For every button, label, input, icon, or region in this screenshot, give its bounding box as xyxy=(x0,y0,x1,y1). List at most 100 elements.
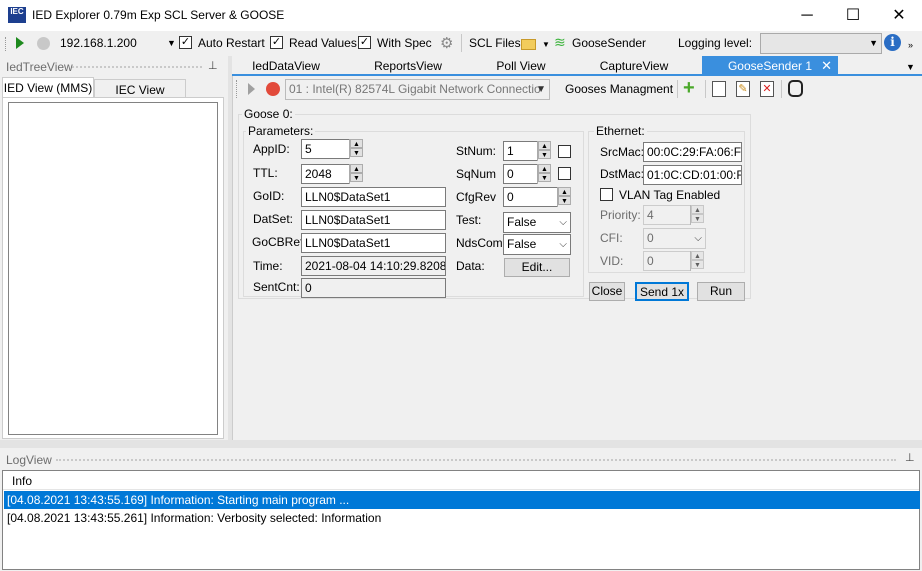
goid-input[interactable]: LLN0$DataSet1 xyxy=(301,187,446,207)
gear-icon[interactable]: ⚙ xyxy=(440,34,453,52)
play-icon[interactable] xyxy=(16,37,24,49)
overflow-icon[interactable]: » xyxy=(908,40,913,50)
close-window-button[interactable]: ✕ xyxy=(876,0,922,31)
add-icon[interactable]: + xyxy=(683,78,695,98)
run-button[interactable]: Run xyxy=(697,282,745,301)
ip-dropdown-icon[interactable]: ▼ xyxy=(167,38,176,48)
sqnum-checkbox[interactable] xyxy=(558,167,571,180)
horizontal-splitter[interactable] xyxy=(0,440,922,448)
tab-ied-view[interactable]: IED View (MMS) xyxy=(2,77,94,98)
tab-iec-view[interactable]: IEC View (61850) xyxy=(94,79,186,117)
sentcnt-field: 0 xyxy=(301,278,446,298)
app-icon: IEC xyxy=(8,7,26,23)
chevron-down-icon: ▼ xyxy=(536,84,546,95)
interface-select[interactable]: 01 : Intel(R) 82574L Gigabit Network Con… xyxy=(285,79,550,100)
close-tab-icon[interactable]: ✕ xyxy=(821,56,832,76)
link-icon[interactable] xyxy=(788,80,803,97)
folder-dropdown-icon[interactable]: ▼ xyxy=(542,40,550,49)
goose-title: Goose 0: xyxy=(242,107,295,121)
gocbref-input[interactable]: LLN0$DataSet1 xyxy=(301,233,446,253)
datset-input[interactable]: LLN0$DataSet1 xyxy=(301,210,446,230)
cfgrev-spinner[interactable]: ▲ ▼ xyxy=(557,187,571,207)
priority-spinner[interactable]: ▲ ▼ xyxy=(690,205,704,225)
appid-label: AppID: xyxy=(253,142,290,156)
tab-list-icon[interactable]: ▼ xyxy=(906,62,915,72)
srcmac-input[interactable]: 00:0C:29:FA:06:FB xyxy=(643,142,742,162)
test-select[interactable]: False ⌵ xyxy=(503,212,571,233)
dstmac-input[interactable]: 01:0C:CD:01:00:FF xyxy=(643,165,742,185)
stnum-input[interactable]: 1 xyxy=(503,141,538,161)
srcmac-label: SrcMac: xyxy=(600,145,645,159)
maximize-button[interactable]: ☐ xyxy=(830,0,876,31)
toolbar-separator xyxy=(705,80,706,98)
stnum-spinner[interactable]: ▲ ▼ xyxy=(537,141,551,161)
send-once-button[interactable]: Send 1x xyxy=(635,282,689,301)
goose-play-icon[interactable] xyxy=(248,83,255,95)
cfi-select[interactable]: 0 ⌵ xyxy=(643,228,706,249)
folder-icon[interactable] xyxy=(521,39,536,50)
log-list[interactable]: Info [04.08.2021 13:43:55.169] Informati… xyxy=(2,470,920,570)
toolbar-grip xyxy=(5,37,8,51)
delete-goose-icon[interactable]: ✕ xyxy=(760,81,774,97)
close-button[interactable]: Close xyxy=(589,282,625,301)
appid-spinner[interactable]: ▲ ▼ xyxy=(349,139,363,159)
ttl-spinner[interactable]: ▲ ▼ xyxy=(349,164,363,184)
log-grip xyxy=(56,459,896,461)
logging-level-select[interactable]: ▼ xyxy=(760,33,882,54)
sentcnt-label: SentCnt: xyxy=(253,280,300,294)
vid-spinner[interactable]: ▲ ▼ xyxy=(690,251,704,271)
stnum-checkbox[interactable] xyxy=(558,145,571,158)
record-icon[interactable] xyxy=(266,82,280,96)
edit-goose-icon[interactable]: ✎ xyxy=(736,81,750,97)
sqnum-spinner[interactable]: ▲ ▼ xyxy=(537,164,551,184)
cfgrev-input[interactable]: 0 xyxy=(503,187,558,207)
info-column-header[interactable]: Info xyxy=(12,474,32,488)
vlan-checkbox[interactable] xyxy=(600,188,613,201)
log-row[interactable]: [04.08.2021 13:43:55.261] Information: V… xyxy=(4,509,920,527)
new-goose-icon[interactable] xyxy=(712,81,726,97)
stnum-label: StNum: xyxy=(456,144,497,158)
auto-restart-label: Auto Restart xyxy=(198,36,265,50)
signal-icon: ≋ xyxy=(554,34,566,50)
pin-icon[interactable]: ⊥ xyxy=(208,59,218,72)
edit-data-button[interactable]: Edit... xyxy=(504,258,570,277)
log-pin-icon[interactable]: ⊥ xyxy=(905,451,915,464)
ttl-input[interactable]: 2048 xyxy=(301,164,350,184)
info-icon[interactable]: i xyxy=(884,34,901,51)
ip-address[interactable]: 192.168.1.200 xyxy=(60,36,137,50)
goid-label: GoID: xyxy=(253,189,285,203)
priority-input[interactable]: 4 xyxy=(643,205,691,225)
dstmac-label: DstMac: xyxy=(600,167,645,181)
tab-ied-data-view[interactable]: IedDataView xyxy=(236,56,336,76)
read-values-checkbox[interactable]: ✓ xyxy=(270,36,283,49)
test-value: False xyxy=(507,215,537,229)
gocbref-label: GoCBRef: xyxy=(252,235,307,249)
datset-label: DatSet: xyxy=(253,212,294,226)
ied-tree[interactable] xyxy=(8,102,218,435)
gooses-management-label: Gooses Managment xyxy=(565,82,674,96)
with-spec-checkbox[interactable]: ✓ xyxy=(358,36,371,49)
with-spec-label: With Spec xyxy=(377,36,432,50)
ndscom-select[interactable]: False ⌵ xyxy=(503,234,571,255)
auto-restart-checkbox[interactable]: ✓ xyxy=(179,36,192,49)
tab-capture-view[interactable]: CaptureView xyxy=(584,56,684,76)
stop-icon[interactable] xyxy=(37,37,50,50)
tab-goose-sender[interactable]: GooseSender 1 ✕ xyxy=(702,56,838,76)
tab-poll-view[interactable]: Poll View xyxy=(471,56,571,76)
ied-tree-view-title: IedTreeView xyxy=(6,58,73,76)
interface-value: 01 : Intel(R) 82574L Gigabit Network Con… xyxy=(289,82,541,96)
cfgrev-label: CfgRev xyxy=(456,190,497,204)
vid-input[interactable]: 0 xyxy=(643,251,691,271)
log-header: Info xyxy=(3,471,919,490)
appid-input[interactable]: 5 xyxy=(301,139,350,159)
goose-sender-label[interactable]: GooseSender xyxy=(572,36,646,50)
chevron-down-icon: ⌵ xyxy=(694,233,702,244)
vid-label: VID: xyxy=(600,254,624,268)
parameters-title: Parameters: xyxy=(246,124,316,138)
log-row[interactable]: [04.08.2021 13:43:55.169] Information: S… xyxy=(4,491,920,509)
scl-files-label[interactable]: SCL Files xyxy=(469,36,521,50)
sqnum-input[interactable]: 0 xyxy=(503,164,538,184)
tab-reports-view[interactable]: ReportsView xyxy=(358,56,458,76)
minimize-button[interactable]: ─ xyxy=(784,0,830,31)
goose-toolbar-grip xyxy=(236,80,239,98)
